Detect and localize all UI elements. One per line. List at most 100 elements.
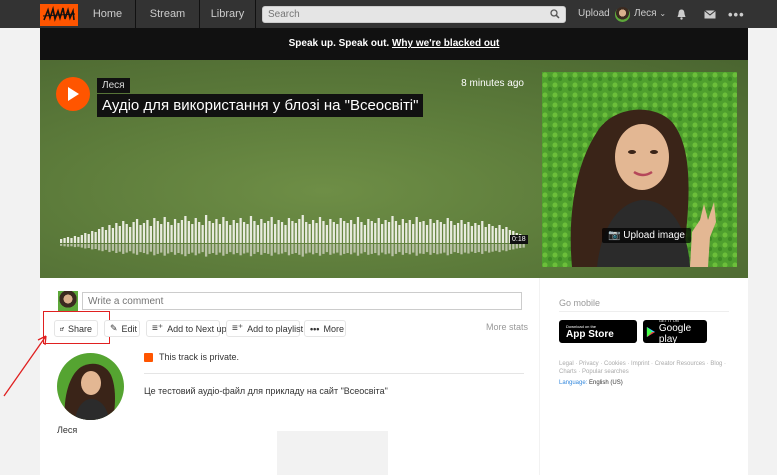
waveform-bar	[108, 225, 111, 243]
waveform-reflection	[177, 244, 180, 253]
ellipsis-icon: •••	[310, 323, 320, 334]
bell-icon[interactable]	[677, 9, 686, 23]
share-button[interactable]: Share	[54, 320, 98, 337]
waveform-reflection	[305, 244, 308, 254]
waveform-reflection	[246, 244, 249, 253]
waveform-reflection	[339, 244, 342, 256]
play-icon	[68, 87, 79, 101]
edit-button[interactable]: ✎ Edit	[104, 320, 140, 337]
waveform-bar	[232, 220, 235, 243]
app-store-badge[interactable]: Download on the App Store	[559, 320, 637, 343]
language-selector[interactable]: Language: English (US)	[559, 380, 623, 386]
waveform-reflection	[122, 244, 125, 254]
waveform-bar	[425, 225, 429, 243]
waveform-reflection	[311, 244, 315, 255]
uploader-name[interactable]: Леся	[57, 425, 77, 435]
search-input[interactable]	[263, 7, 543, 22]
waveform-reflection	[115, 244, 118, 253]
waveform-reflection	[94, 244, 97, 249]
mail-icon[interactable]	[704, 10, 716, 22]
waveform-reflection	[70, 244, 73, 247]
search-icon[interactable]	[550, 9, 560, 22]
waveform-reflection	[135, 244, 139, 255]
waveform-reflection	[198, 244, 201, 254]
top-navigation-bar: Home Stream Library Upload Леся ⌄ •••	[0, 0, 777, 28]
waveform-bar	[298, 219, 301, 243]
waveform-reflection	[515, 244, 518, 249]
waveform-bar	[129, 227, 132, 243]
user-avatar[interactable]	[615, 7, 630, 22]
waveform-reflection	[129, 244, 132, 252]
add-to-next-up-button[interactable]: ≡⁺ Add to Next up	[146, 320, 227, 337]
play-button[interactable]	[56, 77, 90, 111]
waveform-reflection	[356, 244, 360, 256]
waveform-bar	[253, 221, 256, 243]
waveform-bar	[135, 219, 139, 243]
google-play-badge[interactable]: GET IT ON Google play	[643, 318, 707, 345]
waveform-bar	[146, 220, 149, 243]
queue-icon: ≡⁺	[152, 323, 164, 334]
more-options-icon[interactable]: •••	[728, 7, 745, 22]
waveform-bar	[450, 221, 453, 243]
waveform-reflection	[187, 244, 190, 254]
track-uploader[interactable]: Леся	[97, 78, 130, 93]
waveform-reflection	[229, 244, 232, 253]
comment-box	[82, 292, 522, 310]
waveform-reflection	[280, 244, 284, 254]
waveform-bar	[249, 216, 253, 243]
commenter-avatar	[58, 291, 78, 311]
uploader-avatar[interactable]	[57, 353, 124, 420]
nav-home[interactable]: Home	[80, 0, 136, 28]
waveform-reflection	[84, 244, 87, 249]
share-icon	[60, 326, 64, 331]
language-label: Language:	[559, 380, 588, 386]
soundcloud-logo[interactable]	[40, 4, 78, 26]
banner-text: Speak up. Speak out.	[288, 38, 392, 49]
waveform-bar	[477, 225, 480, 243]
waveform-bar	[332, 222, 335, 243]
waveform-bar	[60, 239, 63, 243]
waveform-reflection	[194, 244, 197, 256]
waveform-bar	[91, 231, 94, 243]
nav-stream[interactable]: Stream	[136, 0, 200, 28]
waveform-reflection	[505, 244, 508, 252]
waveform-bar	[491, 226, 494, 243]
waveform-bar	[115, 223, 118, 243]
waveform-bar	[173, 219, 177, 243]
waveform-bar	[460, 220, 463, 243]
waveform-bar	[308, 224, 311, 243]
footer-links[interactable]: Legal · Privacy · Cookies · Imprint · Cr…	[559, 360, 734, 376]
waveform[interactable]	[60, 203, 526, 263]
waveform-reflection	[336, 244, 339, 253]
camera-icon: 📷	[608, 230, 621, 241]
add-to-playlist-button[interactable]: ≡⁺ Add to playlist	[226, 320, 303, 337]
waveform-bar	[408, 220, 411, 243]
blackout-banner: Speak up. Speak out. Why we're blacked o…	[40, 28, 748, 60]
banner-link[interactable]: Why we're blacked out	[392, 38, 499, 49]
waveform-reflection	[277, 244, 280, 255]
user-menu[interactable]: Леся ⌄	[634, 0, 666, 28]
track-description: Це тестовий аудіо-файл для прикладу на с…	[144, 386, 388, 396]
waveform-bar	[149, 226, 152, 243]
waveform-bar	[118, 226, 121, 243]
waveform-bar	[274, 224, 277, 243]
waveform-reflection	[381, 244, 384, 253]
waveform-bar	[70, 238, 73, 243]
upload-image-button[interactable]: 📷 Upload image	[602, 228, 691, 243]
more-button[interactable]: ••• More	[304, 320, 346, 337]
waveform-reflection	[443, 244, 446, 253]
waveform-bar	[370, 221, 373, 243]
waveform-reflection	[398, 244, 401, 253]
upload-link[interactable]: Upload	[578, 0, 610, 28]
comment-input[interactable]	[83, 293, 521, 309]
waveform-bar	[84, 233, 87, 243]
waveform-bar	[263, 223, 266, 243]
more-stats-link[interactable]: More stats	[486, 322, 528, 332]
nav-library[interactable]: Library	[200, 0, 256, 28]
waveform-bar	[415, 217, 418, 243]
track-hero: Леся Аудіо для використання у блозі на "…	[40, 60, 748, 278]
waveform-reflection	[201, 244, 204, 253]
waveform-reflection	[104, 244, 108, 250]
chevron-down-icon: ⌄	[659, 9, 667, 18]
waveform-reflection	[163, 244, 166, 256]
